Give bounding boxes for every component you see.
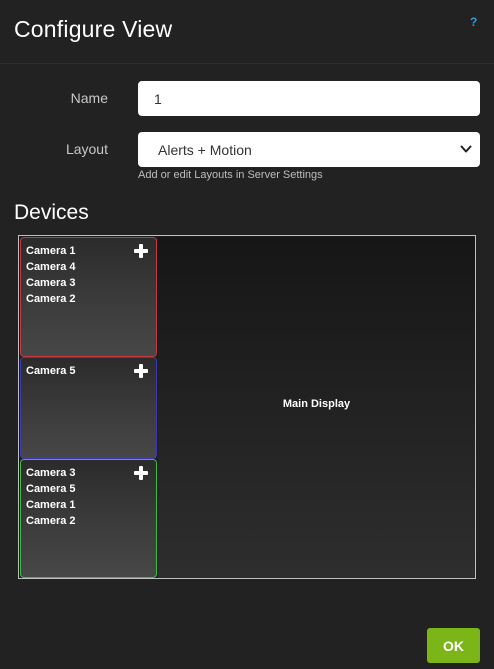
camera-item: Camera 1 <box>26 245 76 257</box>
device-slot-2[interactable]: Camera 5 <box>20 357 157 459</box>
camera-item: Camera 2 <box>26 515 76 527</box>
camera-item: Camera 5 <box>26 483 76 495</box>
camera-item: Camera 1 <box>26 499 76 511</box>
camera-item: Camera 4 <box>26 261 76 273</box>
name-input[interactable] <box>138 81 480 116</box>
camera-item: Camera 2 <box>26 293 76 305</box>
camera-item: Camera 3 <box>26 277 76 289</box>
plus-icon[interactable] <box>134 364 148 378</box>
device-slot-3[interactable]: Camera 3 Camera 5 Camera 1 Camera 2 <box>20 459 157 578</box>
plus-icon[interactable] <box>134 466 148 480</box>
devices-heading: Devices <box>14 201 89 224</box>
layout-select[interactable]: Alerts + Motion <box>138 132 480 167</box>
layout-select-value: Alerts + Motion <box>158 142 252 158</box>
slot-camera-list: Camera 5 <box>26 363 76 379</box>
camera-item: Camera 5 <box>26 365 76 377</box>
dialog-header: Configure View ? <box>0 0 494 64</box>
plus-icon[interactable] <box>134 244 148 258</box>
main-display-slot[interactable]: Main Display <box>158 237 475 578</box>
layout-label: Layout <box>65 141 108 157</box>
slot-camera-list: Camera 1 Camera 4 Camera 3 Camera 2 <box>26 243 76 307</box>
dialog-title: Configure View <box>14 16 173 42</box>
ok-button[interactable]: OK <box>427 628 480 663</box>
help-icon[interactable]: ? <box>470 15 477 29</box>
device-slot-1[interactable]: Camera 1 Camera 4 Camera 3 Camera 2 <box>20 237 157 357</box>
layout-help-text: Add or edit Layouts in Server Settings <box>138 169 323 181</box>
name-label: Name <box>70 90 108 106</box>
main-display-label: Main Display <box>282 398 351 410</box>
camera-item: Camera 3 <box>26 467 76 479</box>
chevron-down-icon <box>460 145 472 153</box>
slot-camera-list: Camera 3 Camera 5 Camera 1 Camera 2 <box>26 465 76 529</box>
device-layout-grid: Camera 1 Camera 4 Camera 3 Camera 2 Came… <box>18 235 476 579</box>
